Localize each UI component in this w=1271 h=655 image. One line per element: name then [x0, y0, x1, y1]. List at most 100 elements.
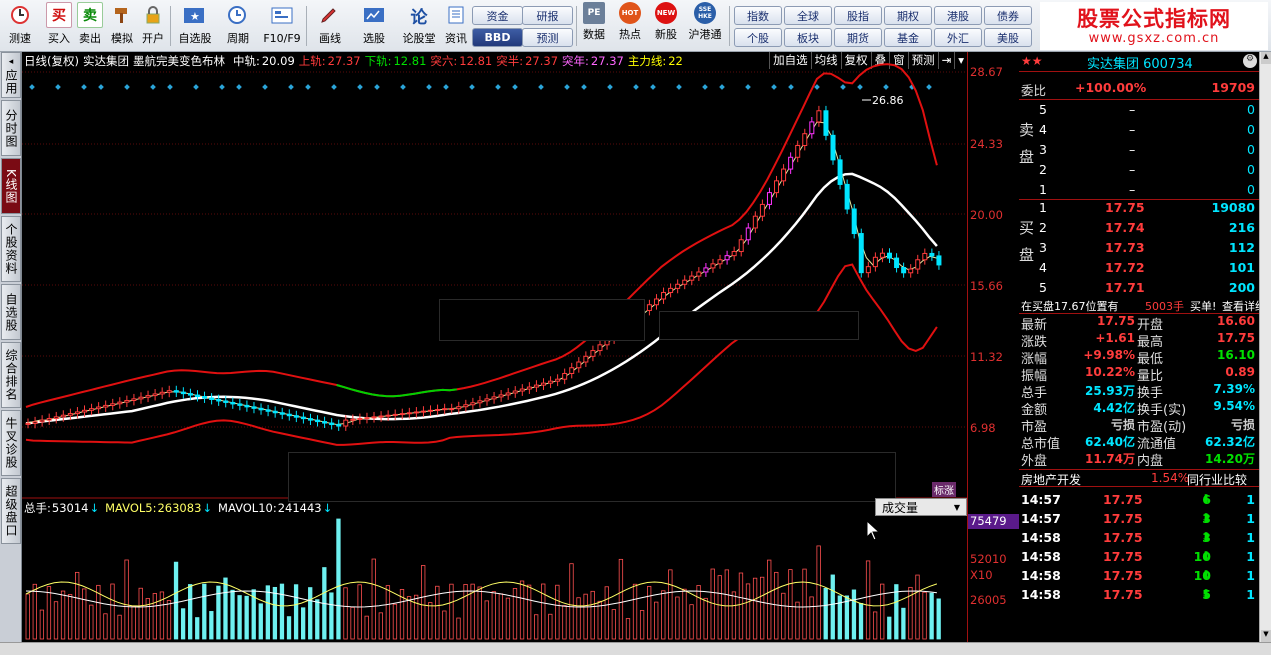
market-pill[interactable]: 债券: [984, 6, 1032, 25]
stock-screen-button[interactable]: 选股: [354, 2, 394, 50]
market-pill[interactable]: 股指: [834, 6, 882, 25]
sse-hk-button[interactable]: SSE HKE 沪港通: [686, 2, 724, 50]
data-button[interactable]: PE 数据: [578, 2, 610, 50]
logo-title: 股票公式指标网: [1077, 6, 1231, 31]
speed-test-button[interactable]: 测速: [4, 2, 36, 50]
candle-body: [675, 283, 681, 289]
buy-level-row[interactable]: 3 17.73 112: [1019, 238, 1259, 258]
open-account-button[interactable]: 开户: [138, 2, 168, 50]
volume-bar: [442, 610, 447, 640]
big-order-notice[interactable]: 在买盘17.67位置有 5003手 买单! 查看详细: [1019, 296, 1266, 314]
f10-button[interactable]: F10/F9: [262, 2, 302, 50]
pill-funds[interactable]: 资金: [472, 6, 523, 25]
volume-info-bar: 总手: 53014 ↓ MAVOL5: 263083 ↓ MAVOL10: 241443 ↓: [22, 499, 967, 517]
pill-bbd[interactable]: BBD: [472, 28, 523, 47]
stat-value: 4.42亿: [1093, 401, 1135, 415]
buy-level-row[interactable]: 1 17.75 19080: [1019, 198, 1259, 218]
sse-hk-label: 沪港通: [688, 28, 722, 41]
signal-diamond: [262, 84, 268, 90]
volume-bar: [413, 594, 419, 640]
hot-button[interactable]: HOT 热点: [614, 2, 646, 50]
left-tab[interactable]: ◂ 应用: [1, 52, 21, 98]
volume-bar: [53, 601, 59, 640]
left-tab[interactable]: 个股资料: [1, 216, 21, 282]
price-axis: 28.67 24.33 20.00 15.66 11.32 6.98 75479 5201…: [967, 52, 1020, 642]
candle-body: [74, 411, 80, 415]
left-tab[interactable]: 综合排名: [1, 342, 21, 408]
weicha-value: 19709: [1211, 80, 1256, 95]
market-pill[interactable]: 期权: [884, 6, 932, 25]
left-tab[interactable]: 自选股: [1, 284, 21, 340]
left-tab[interactable]: 牛叉诊股: [1, 410, 21, 476]
market-pill[interactable]: 外汇: [934, 28, 982, 47]
candle-body: [809, 121, 815, 135]
buy-level-row[interactable]: 4 17.72 101: [1019, 258, 1259, 278]
market-pill[interactable]: 美股: [984, 28, 1032, 47]
watchlist-button[interactable]: ★ 自选股: [174, 2, 216, 50]
candle-body: [293, 415, 299, 418]
settings-icon[interactable]: ⚙: [1243, 54, 1257, 68]
forum-button[interactable]: 论 论股堂: [398, 2, 440, 50]
buy-level-row[interactable]: 2 17.74 216: [1019, 218, 1259, 238]
period-button[interactable]: 周期: [220, 2, 256, 50]
draw-line-button[interactable]: 画线: [310, 2, 350, 50]
left-tab-label: 应用: [4, 69, 18, 95]
candle-body: [265, 409, 271, 412]
market-pill[interactable]: 全球: [784, 6, 832, 25]
volume-bar: [752, 577, 758, 640]
left-tab[interactable]: 超级盘口: [1, 478, 21, 544]
left-tab[interactable]: 分时图: [1, 100, 21, 156]
sell-level-row[interactable]: 2 – 0: [1019, 160, 1259, 180]
candle-body: [463, 404, 469, 408]
signal-diamond: [167, 84, 173, 90]
volume-bar: [548, 613, 553, 640]
new-stock-button[interactable]: NEW 新股: [650, 2, 682, 50]
sector-pct: 1.54%: [1151, 471, 1190, 485]
period-label: 周期: [227, 32, 249, 45]
candle-body: [583, 355, 589, 363]
volume-indicator-select[interactable]: 成交量 ▼: [875, 498, 967, 516]
down-arrow-icon: ⬇: [1201, 511, 1212, 525]
sell-level-row[interactable]: 1 – 0: [1019, 180, 1259, 200]
app-window: 测速 买 买入 卖 卖出 模拟 开户 ★ 自选股 周期 F10/F9 画线 选股…: [0, 0, 1271, 655]
select-stock-icon: [361, 2, 387, 28]
candle-body: [774, 180, 780, 194]
simulate-button[interactable]: 模拟: [107, 2, 137, 50]
down-arrow-icon: ⬇: [1201, 549, 1212, 563]
sector-row[interactable]: 房地产开发 1.54% 同行业比较: [1019, 469, 1259, 487]
sell-level-row[interactable]: 4 – 0: [1019, 120, 1259, 140]
signal-diamond: [745, 84, 751, 90]
market-pill[interactable]: 港股: [934, 6, 982, 25]
news-button[interactable]: 资讯: [442, 2, 470, 50]
buy-level-row[interactable]: 5 17.71 200: [1019, 278, 1259, 298]
pill-forecast[interactable]: 预测: [522, 28, 573, 47]
market-pill[interactable]: 期货: [834, 28, 882, 47]
main-toolbar: 测速 买 买入 卖 卖出 模拟 开户 ★ 自选股 周期 F10/F9 画线 选股…: [0, 0, 1271, 52]
sell-button[interactable]: 卖 卖出: [75, 2, 105, 50]
pill-research[interactable]: 研报: [522, 6, 573, 25]
market-pill[interactable]: 指数: [734, 6, 782, 25]
scroll-up-icon[interactable]: ▲: [1261, 52, 1271, 64]
sell-level-row[interactable]: 5 – 0: [1019, 100, 1259, 120]
volume-bar: [456, 617, 461, 640]
left-tab-label: 分时图: [4, 108, 18, 148]
tick-row: 14:57 17.75 6 ⬇ 1: [1019, 490, 1259, 509]
volume-bar: [816, 545, 821, 640]
star-icon[interactable]: ★★: [1021, 54, 1043, 68]
buy-button[interactable]: 买 买入: [44, 2, 74, 50]
volume-bar: [124, 559, 129, 640]
sector-compare-link[interactable]: 同行业比较: [1187, 471, 1247, 488]
vertical-scrollbar[interactable]: ▲ ▼: [1259, 52, 1271, 642]
market-pill[interactable]: 基金: [884, 28, 932, 47]
candle-body: [703, 267, 709, 273]
market-pill[interactable]: 个股: [734, 28, 782, 47]
left-tab[interactable]: K线图: [1, 158, 21, 214]
tick-count: 1: [1246, 549, 1255, 564]
market-pill[interactable]: 板块: [784, 28, 832, 47]
signal-diamond: [29, 84, 35, 90]
kline-chart-panel[interactable]: 日线(复权) 实达集团 墨航完美变色布林 中轨: 20.09 上轨: 27.37 下轨:…: [22, 52, 967, 642]
scroll-down-icon[interactable]: ▼: [1261, 630, 1271, 642]
volume-multiplier: X10: [970, 568, 993, 582]
sell-level-row[interactable]: 3 – 0: [1019, 140, 1259, 160]
peak-price-label: 26.86: [872, 94, 904, 107]
